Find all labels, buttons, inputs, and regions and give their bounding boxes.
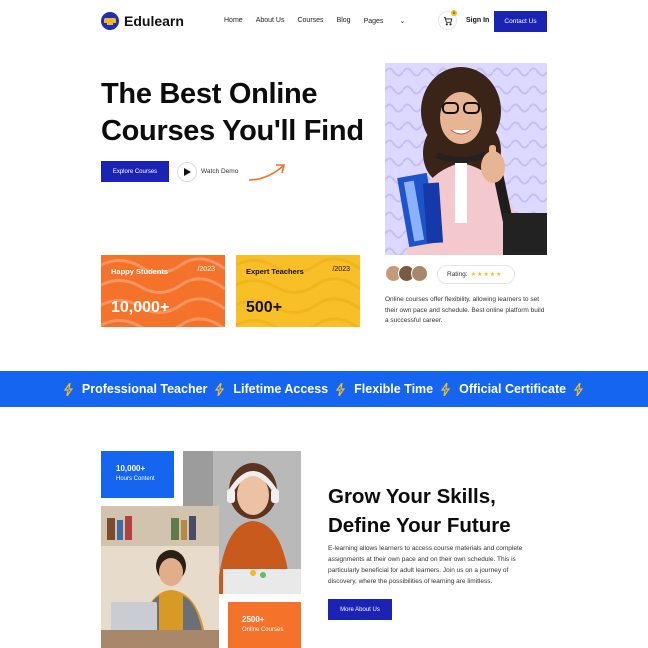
hours-value: 10,000+	[116, 464, 146, 473]
hero-title: The Best Online Courses You'll Find	[101, 76, 381, 150]
nav-item-pages[interactable]: Pages ⌄	[364, 17, 419, 25]
contact-us-button[interactable]: Contact Us	[494, 11, 547, 32]
lightning-icon	[215, 382, 225, 396]
rating-label: Rating:	[447, 271, 468, 278]
cart-icon	[443, 16, 452, 25]
online-courses-card: 2500+ Online Courses	[228, 602, 301, 648]
feature-item: Professional Teacher	[81, 382, 208, 396]
nav-item-courses[interactable]: Courses	[297, 17, 323, 25]
lightning-icon	[574, 382, 584, 396]
stat-value: 500+	[246, 299, 283, 316]
sign-in-link[interactable]: Sign In	[466, 17, 489, 24]
stat-card-teachers: Expert Teachers /2023 500+	[236, 255, 360, 327]
feature-item: Lifetime Access	[233, 382, 329, 396]
play-icon	[183, 168, 191, 176]
logo-text: Edulearn	[124, 13, 184, 29]
hours-label: Hours Content	[116, 476, 155, 482]
hero-student-photo	[385, 63, 547, 255]
about-title-line-2: Define Your Future	[328, 514, 511, 537]
stat-card-students: Happy Students /2023 10,000+	[101, 255, 225, 327]
feature-item: Official Certificate	[459, 382, 567, 396]
about-description: E-learning allows learners to access cou…	[328, 545, 523, 585]
stat-year: /2023	[332, 266, 350, 273]
student-laptop-photo	[101, 506, 219, 648]
stat-value: 10,000+	[111, 299, 170, 316]
about-title: Grow Your Skills, Define Your Future	[328, 482, 558, 540]
hero-title-line-2: Courses You'll Find	[101, 115, 364, 147]
avatar-group	[385, 265, 428, 282]
page: Edulearn Home About Us Courses Blog Page…	[0, 0, 648, 648]
graduation-cap-icon	[101, 12, 119, 30]
lightning-icon	[63, 382, 74, 396]
lightning-icon	[336, 382, 346, 396]
stat-year: /2023	[197, 266, 215, 273]
courses-value: 2500+	[242, 615, 265, 624]
explore-courses-button[interactable]: Explore Courses	[101, 161, 169, 182]
star-rating-icon: ★★★★★	[470, 272, 503, 278]
play-button[interactable]	[177, 162, 197, 182]
nav-item-blog[interactable]: Blog	[337, 17, 351, 25]
nav-item-pages-label: Pages	[363, 18, 384, 25]
more-about-us-button[interactable]: More About Us	[328, 599, 392, 620]
nav-item-about[interactable]: About Us	[256, 17, 285, 25]
stat-label: Happy Students	[111, 267, 169, 276]
hero-title-line-1: The Best Online	[101, 78, 318, 110]
nav-item-home[interactable]: Home	[224, 17, 243, 25]
about-title-line-1: Grow Your Skills,	[328, 485, 496, 508]
feature-item: Flexible Time	[354, 382, 434, 396]
hours-content-card: 10,000+ Hours Content	[101, 451, 174, 498]
lightning-icon	[441, 382, 451, 396]
rating-pill: Rating: ★★★★★	[437, 265, 515, 284]
courses-label: Online Courses	[242, 627, 284, 633]
chevron-down-icon: ⌄	[399, 18, 406, 25]
cart-count-badge: 0	[451, 10, 457, 16]
hero-description: Online courses offer flexibility, allowi…	[385, 296, 545, 324]
watch-demo-link[interactable]: Watch Demo	[201, 168, 238, 175]
features-band: Professional Teacher Lifetime Access Fle…	[0, 371, 648, 407]
avatar	[411, 265, 428, 282]
stat-label: Expert Teachers	[246, 267, 304, 276]
logo[interactable]: Edulearn	[101, 12, 184, 30]
curved-arrow-icon	[248, 164, 286, 181]
cart-button[interactable]: 0	[438, 10, 457, 30]
main-nav: Home About Us Courses Blog Pages ⌄	[224, 17, 431, 25]
